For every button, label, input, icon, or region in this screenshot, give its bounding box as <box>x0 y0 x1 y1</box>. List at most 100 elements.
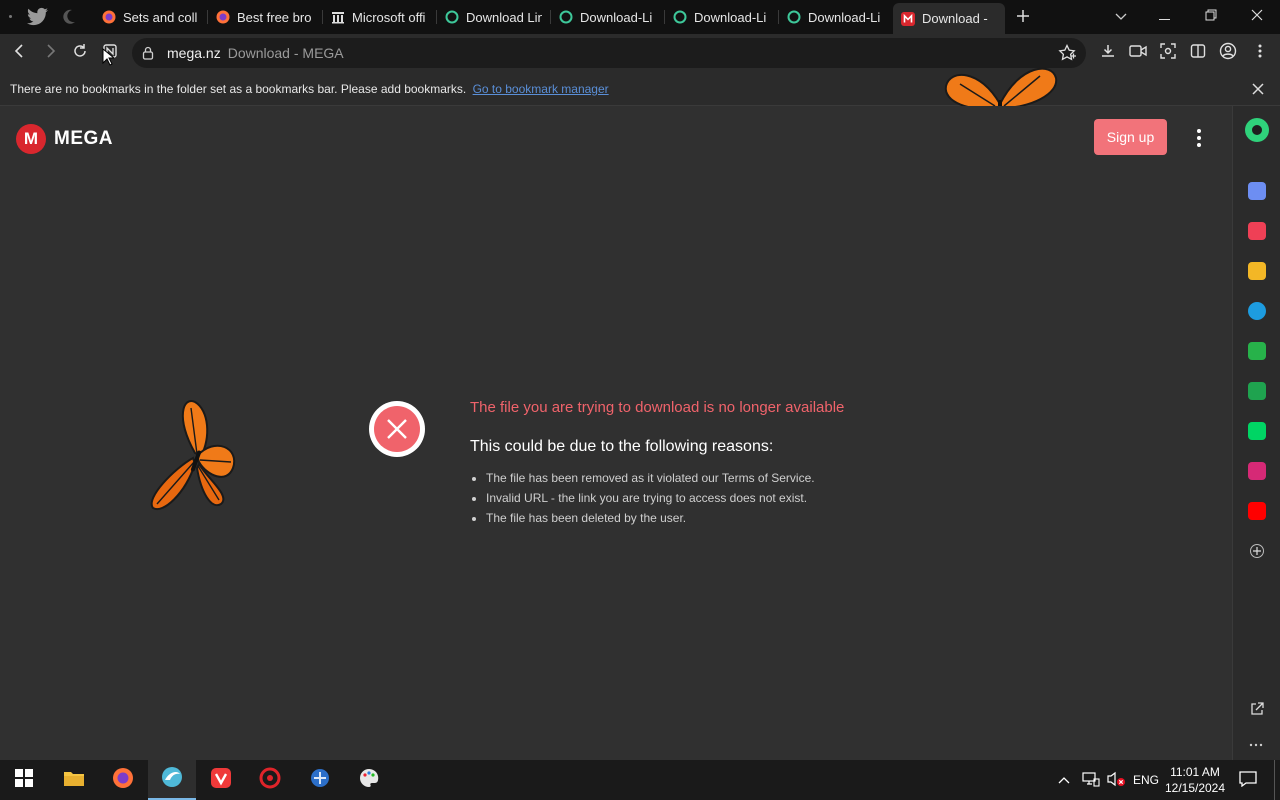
mega-logo-text: MEGA <box>54 128 113 149</box>
tab-label: Microsoft offi <box>352 9 426 25</box>
dot <box>1197 136 1201 140</box>
red-gear-icon <box>259 767 281 794</box>
tab-download-link-3[interactable]: Download-Li <box>665 3 777 31</box>
error-icon <box>369 401 425 457</box>
chevron-down-icon <box>1115 8 1127 26</box>
tab-download-mega[interactable]: Download - M <box>893 3 1005 34</box>
taskbar-vivaldi[interactable] <box>197 760 245 800</box>
bookmark-manager-link[interactable]: Go to bookmark manager <box>473 82 609 96</box>
volume-status[interactable] <box>1106 760 1126 800</box>
tab-download-link-1[interactable]: Download Lin <box>437 3 549 31</box>
screenshot-icon <box>1160 42 1176 64</box>
tab-microsoft-office[interactable]: Microsoft offi <box>323 3 435 31</box>
mega-logo[interactable]: M MEGA <box>16 124 113 154</box>
restore-button[interactable] <box>1188 0 1234 34</box>
screenshot-button[interactable] <box>1156 41 1180 65</box>
sidebar-green-app-icon[interactable] <box>1248 342 1266 360</box>
bookmarks-bar-message: There are no bookmarks in the folder set… <box>10 82 609 96</box>
arrow-left-icon <box>13 43 27 63</box>
vivaldi-icon <box>210 767 232 794</box>
split-view-button[interactable] <box>1186 41 1210 65</box>
close-icon <box>1251 83 1265 99</box>
twitter-icon[interactable] <box>26 7 50 32</box>
taskbar-file-explorer[interactable] <box>50 760 98 800</box>
building-icon <box>331 10 345 24</box>
sidebar-instagram-icon[interactable] <box>1248 462 1266 480</box>
taskbar-red-app[interactable] <box>246 760 294 800</box>
close-bookmarks-bar-button[interactable] <box>1251 82 1265 96</box>
new-tab-button[interactable] <box>1012 5 1034 27</box>
close-window-button[interactable] <box>1234 0 1280 34</box>
taskbar-firefox[interactable] <box>99 760 147 800</box>
tab-download-link-4[interactable]: Download-Li <box>779 3 891 31</box>
error-icon-inner <box>374 406 420 452</box>
show-desktop-button[interactable] <box>1274 760 1280 800</box>
bookmark-star-icon[interactable] <box>1058 43 1076 67</box>
network-icon <box>1082 771 1100 790</box>
start-button[interactable] <box>0 760 48 800</box>
circle-icon <box>445 10 459 24</box>
moon-icon[interactable] <box>62 9 76 25</box>
reasons-heading: This could be due to the following reaso… <box>470 438 774 455</box>
sidebar-edge-icon[interactable] <box>1248 302 1266 320</box>
download-icon <box>1100 43 1116 64</box>
mega-menu-button[interactable] <box>1190 126 1208 150</box>
sidebar-pocket-icon[interactable] <box>1248 222 1266 240</box>
taskbar-paint-app[interactable] <box>345 760 393 800</box>
mega-icon <box>901 11 915 26</box>
firefox-icon <box>112 767 134 794</box>
back-button[interactable] <box>8 41 32 65</box>
language-indicator[interactable]: ENG <box>1133 760 1159 800</box>
notifications-button[interactable] <box>1239 760 1257 800</box>
open-external-button[interactable] <box>1250 702 1264 721</box>
more-horizontal-icon <box>1249 734 1263 751</box>
tab-label: Best free bro <box>237 9 312 25</box>
sidebar-chart-icon[interactable] <box>1248 382 1266 400</box>
forward-button[interactable] <box>38 41 62 65</box>
tab-search-button[interactable] <box>1098 0 1144 34</box>
profile-button[interactable] <box>1216 41 1240 65</box>
profile-icon <box>1219 42 1237 65</box>
tab-best-free-browser[interactable]: Best free bro <box>208 3 320 31</box>
sidebar-extension-green-icon[interactable] <box>1245 118 1269 142</box>
external-link-icon <box>1250 702 1264 720</box>
page-title-in-url: Download - MEGA <box>227 45 344 61</box>
taskbar-browser-active[interactable] <box>148 760 196 800</box>
tab-label: Download-Li <box>808 9 881 25</box>
sidebar-star-icon[interactable] <box>1248 262 1266 280</box>
minimize-icon <box>1159 8 1171 26</box>
clock-date: 12/15/2024 <box>1164 781 1226 795</box>
tab-download-link-2[interactable]: Download-Li <box>551 3 663 31</box>
network-status[interactable] <box>1082 760 1100 800</box>
capture-video-button[interactable] <box>1126 41 1150 65</box>
tab-sets-and-collections[interactable]: Sets and coll <box>94 3 204 31</box>
mouse-cursor-icon <box>102 47 116 71</box>
show-hidden-icons-button[interactable] <box>1058 760 1070 800</box>
browser-menu-button[interactable] <box>1248 41 1272 65</box>
browser-sidebar <box>1232 106 1280 760</box>
sidebar-youtube-icon[interactable] <box>1248 502 1266 520</box>
sidebar-chat-icon[interactable] <box>1248 182 1266 200</box>
tab-label: Sets and coll <box>123 9 198 25</box>
sign-up-button[interactable]: Sign up <box>1094 119 1167 155</box>
firefox-icon <box>216 10 230 24</box>
reload-icon <box>72 43 88 64</box>
taskbar-app-blue[interactable] <box>296 760 344 800</box>
sidebar-add-button[interactable] <box>1250 544 1264 558</box>
sidebar-more-button[interactable] <box>1249 734 1263 752</box>
reload-button[interactable] <box>68 41 92 65</box>
restore-icon <box>1205 8 1217 26</box>
downloads-button[interactable] <box>1096 41 1120 65</box>
windows-logo-icon <box>15 768 33 792</box>
taskbar-clock[interactable]: 11:01 AM 12/15/2024 <box>1160 764 1230 796</box>
folder-icon <box>63 769 85 792</box>
minimize-button[interactable] <box>1142 0 1188 34</box>
windows-taskbar: ENG 11:01 AM 12/15/2024 <box>0 760 1280 800</box>
arrow-right-icon <box>43 43 57 63</box>
palette-icon <box>358 767 380 794</box>
browser-toolbar: mega.nz Download - MEGA <box>0 34 1280 72</box>
sidebar-webtoon-icon[interactable] <box>1248 422 1266 440</box>
tab-label: Download-Li <box>580 9 653 25</box>
reasons-list: The file has been removed as it violated… <box>486 470 815 530</box>
firefox-icon <box>102 10 116 24</box>
